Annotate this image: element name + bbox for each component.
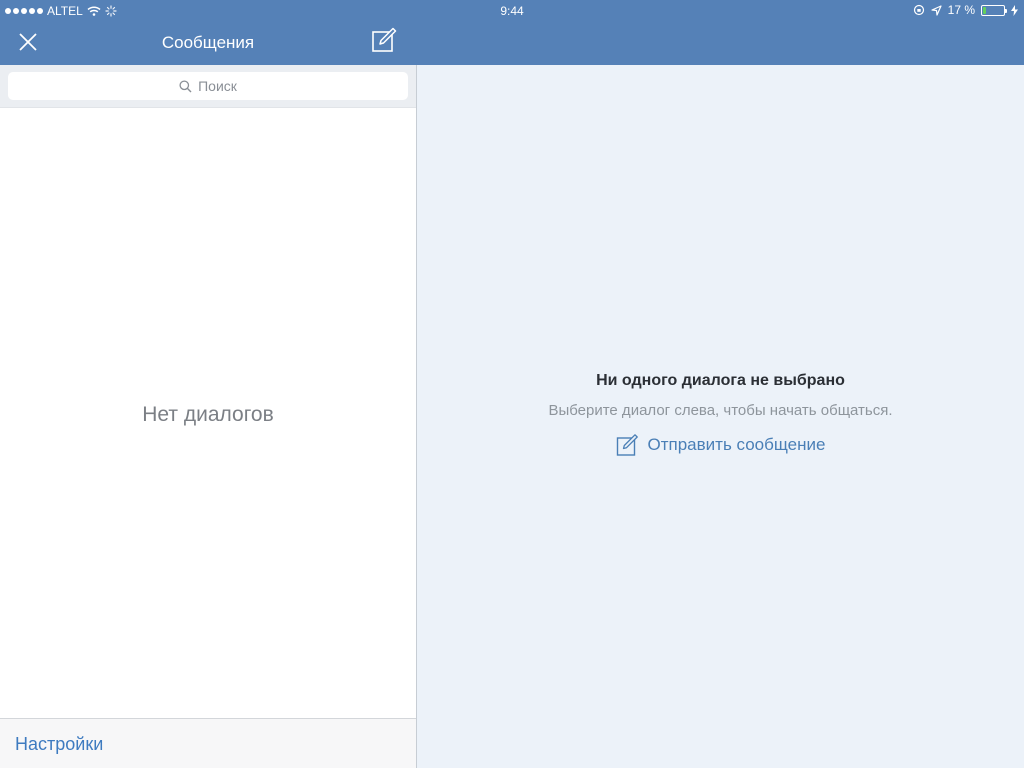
location-icon	[931, 4, 942, 16]
no-dialog-subtitle: Выберите диалог слева, чтобы начать обща…	[548, 402, 893, 419]
battery-percent: 17 %	[947, 3, 975, 17]
send-message-button[interactable]: Отправить сообщение	[417, 433, 1024, 457]
no-dialog-title: Ни одного диалога не выбрано	[596, 372, 845, 389]
compose-button[interactable]	[370, 26, 398, 54]
battery-fill	[983, 6, 987, 14]
conversation-panel: Ни одного диалога не выбрано Выберите ди…	[417, 65, 1024, 768]
compose-icon	[616, 434, 638, 456]
status-bar: ALTEL 9:44 17 %	[0, 0, 1024, 20]
search-icon	[179, 79, 192, 92]
left-footer: Настройки	[0, 718, 416, 768]
rotation-lock-icon	[913, 4, 924, 16]
search-bar: Поиск	[0, 65, 416, 108]
send-message-label: Отправить сообщение	[647, 435, 826, 454]
empty-dialogs-text: Нет диалогов	[142, 403, 274, 426]
status-right: 17 %	[913, 3, 1018, 17]
search-input[interactable]: Поиск	[8, 72, 408, 100]
dialogs-panel: Поиск Нет диалогов Настройки	[0, 65, 416, 768]
page-title: Сообщения	[161, 33, 255, 52]
search-placeholder: Поиск	[198, 78, 237, 94]
settings-link[interactable]: Настройки	[15, 734, 103, 755]
messages-nav-bar: Сообщения	[0, 20, 416, 65]
charging-bolt-icon	[1011, 4, 1018, 16]
battery-icon	[981, 4, 1007, 16]
compose-icon	[372, 27, 397, 52]
status-time: 9:44	[500, 4, 524, 18]
